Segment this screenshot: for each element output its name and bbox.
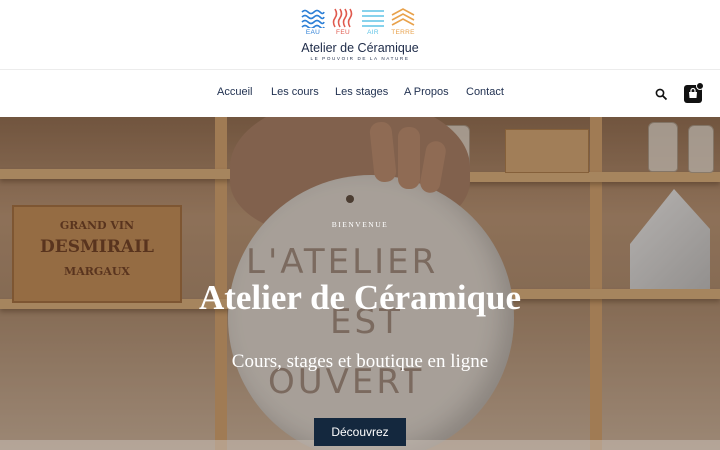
wave-icon <box>301 9 325 28</box>
hero-subtitle: Cours, stages et boutique en ligne <box>231 351 489 372</box>
logo-tagline: LE POUVOIR DE LA NATURE <box>310 56 410 61</box>
earth-label: TERRE <box>391 29 415 36</box>
logo-title: Atelier de Céramique <box>301 41 419 55</box>
nav-item-accueil[interactable]: Accueil <box>217 86 252 98</box>
air-icon <box>362 10 384 27</box>
hero-title: Atelier de Céramique <box>198 278 522 317</box>
discover-button[interactable]: Découvrez <box>314 418 406 446</box>
water-label: EAU <box>305 29 321 36</box>
flame-icon <box>332 8 353 28</box>
mountain-icon <box>391 8 415 26</box>
site-logo[interactable]: EAU FEU AIR TERRE Atelier de Céramique L… <box>285 8 435 66</box>
cart-badge <box>696 82 704 90</box>
nav-item-a-propos[interactable]: A Propos <box>404 86 449 98</box>
hero-pretitle: BIENVENUE <box>331 220 389 229</box>
air-label: AIR <box>367 29 379 36</box>
nav-item-les-stages[interactable]: Les stages <box>335 86 388 98</box>
fire-label: FEU <box>336 29 350 36</box>
nav-menu: Accueil Les cours Les stages A Propos Co… <box>0 70 720 118</box>
nav-item-contact[interactable]: Contact <box>466 86 504 98</box>
search-icon[interactable] <box>655 88 668 101</box>
nav-item-les-cours[interactable]: Les cours <box>271 86 319 98</box>
main-navbar: Accueil Les cours Les stages A Propos Co… <box>0 69 720 117</box>
site-header: EAU FEU AIR TERRE Atelier de Céramique L… <box>0 0 720 69</box>
